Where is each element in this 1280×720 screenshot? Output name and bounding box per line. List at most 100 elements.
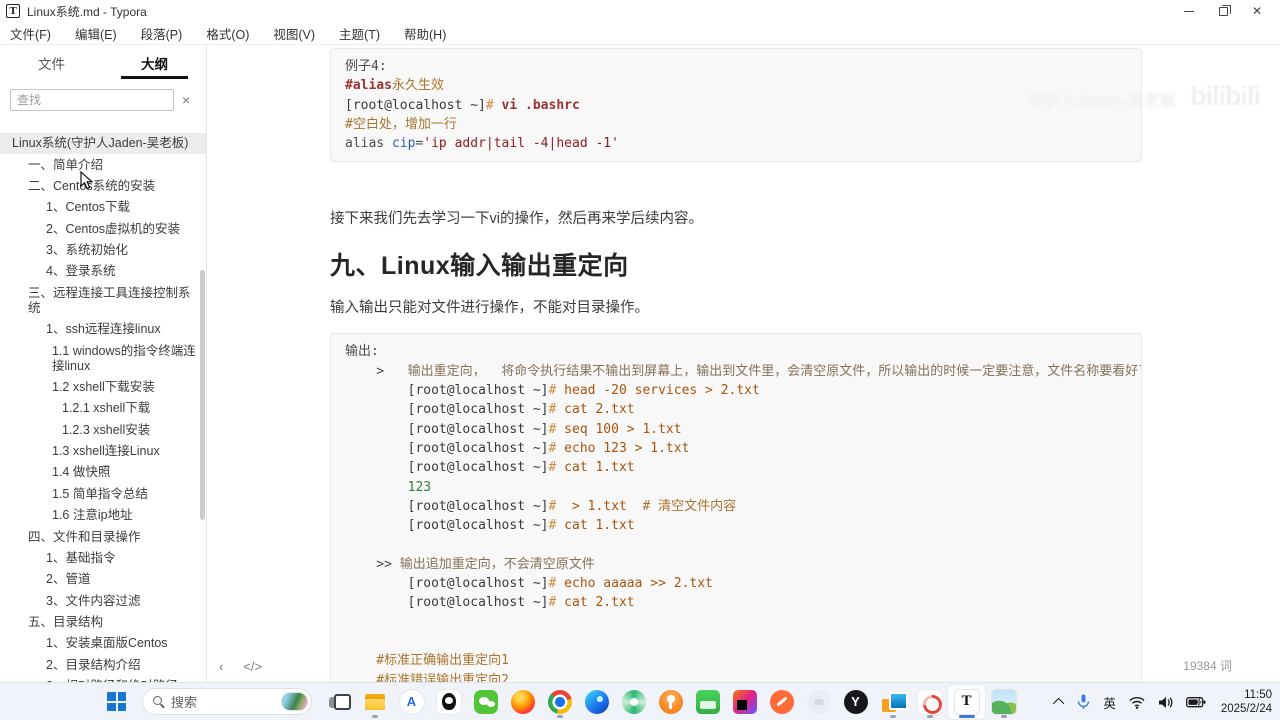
postman-taskbar-button[interactable] (763, 685, 800, 719)
menu-item[interactable]: 文件(F) (10, 24, 51, 43)
openvpn-taskbar-button[interactable] (652, 685, 689, 719)
bilibili-logo: bilibili (1190, 81, 1261, 111)
paint-taskbar-button[interactable] (985, 685, 1022, 719)
file-explorer-taskbar-button[interactable] (356, 685, 393, 719)
sidebar-scrollbar[interactable] (200, 270, 205, 520)
chevron-up-icon[interactable] (1053, 697, 1065, 710)
outline-item[interactable]: 五、目录结构 (0, 612, 206, 633)
android-emulator-taskbar-button[interactable] (689, 685, 726, 719)
menu-bar: 文件(F) 编辑(E) 段落(P) 格式(O) 视图(V) 主题(T) 帮助(H) (0, 22, 1280, 45)
paragraph[interactable]: 输入输出只能对文件进行操作，不能对目录操作。 (330, 297, 1142, 319)
wechat-icon (473, 689, 498, 714)
menu-item[interactable]: 格式(O) (206, 24, 249, 43)
outline-item[interactable]: 1.4 做快照 (0, 462, 206, 483)
outline-item[interactable]: 1、ssh远程连接linux (0, 319, 206, 340)
outline-item[interactable]: 4、登录系统 (0, 261, 206, 282)
menu-item[interactable]: 视图(V) (273, 24, 315, 43)
task-view-button[interactable] (319, 685, 356, 719)
typora-icon (954, 689, 979, 714)
firefox-taskbar-button[interactable] (504, 685, 541, 719)
app-a-taskbar-button[interactable] (393, 685, 430, 719)
green-swirl-icon (621, 689, 646, 714)
search-clear-icon[interactable]: × (182, 92, 190, 108)
green-swirl-taskbar-button[interactable] (615, 685, 652, 719)
sidebar-collapse-icon[interactable]: ‹ (215, 659, 227, 674)
restore-button[interactable] (1206, 1, 1240, 21)
bing-daily-image[interactable] (281, 692, 308, 711)
code-block-alias[interactable]: 例子4: #alias永久生效 [root@localhost ~]# vi .ba… (330, 48, 1142, 163)
source-code-mode-icon[interactable]: </> (239, 659, 266, 674)
outline-item[interactable]: 1.2 xshell下载安装 (0, 377, 206, 398)
taskbar: 搜索 英 11:50 2025/ (0, 682, 1280, 720)
battery-charging-icon[interactable] (1185, 696, 1206, 708)
idle-app-icon (806, 689, 831, 714)
code-line: [root@localhost ~]# cat 2.txt (407, 595, 635, 611)
dark-wheel-taskbar-button[interactable] (837, 685, 874, 719)
wechat-taskbar-button[interactable] (467, 685, 504, 719)
menu-item[interactable]: 段落(P) (141, 24, 183, 43)
code-line: > 输出重定向， 将命令执行结果不输出到屏幕上，输出到文件里，会清空原文件，所以… (345, 363, 1142, 379)
code-block-redirection[interactable]: 输出: > 输出重定向， 将命令执行结果不输出到屏幕上，输出到文件里，会清空原文… (330, 333, 1142, 682)
outline-item[interactable]: 四、文件和目录操作 (0, 526, 206, 547)
tab-files[interactable]: 文件 (0, 45, 103, 79)
outline-item[interactable]: 一、简单介绍 (0, 154, 206, 175)
window-title: Linux系统.md - Typora (27, 4, 147, 19)
search-icon (153, 696, 164, 707)
code-line: >> 输出追加重定向，不会清空原文件 (345, 556, 595, 572)
outline-item[interactable]: 1.2.3 xshell安装 (0, 420, 206, 441)
code-line: [root@localhost ~]# > 1.txt # 清空文件内容 (407, 498, 737, 514)
outline-item[interactable]: 三、远程连接工具连接控制系统 (0, 283, 206, 319)
volume-icon[interactable] (1158, 696, 1173, 709)
vmware-taskbar-button[interactable] (874, 685, 911, 719)
wifi-icon[interactable] (1129, 696, 1145, 709)
outline-item[interactable]: 1、Centos下载 (0, 197, 206, 218)
typora-taskbar-button[interactable] (948, 684, 985, 719)
menu-item[interactable]: 编辑(E) (75, 24, 117, 43)
outline-item[interactable]: 1、安装桌面版Centos (0, 633, 206, 654)
qq-taskbar-button[interactable] (430, 685, 467, 719)
qq-icon (436, 689, 461, 714)
menu-item[interactable]: 帮助(H) (404, 24, 446, 43)
section-heading[interactable]: 九、Linux输入输出重定向 (330, 246, 1142, 282)
code-line: [root@localhost ~]# cat 1.txt (407, 518, 635, 534)
close-button[interactable]: ✕ (1240, 1, 1274, 21)
ime-indicator[interactable]: 英 (1103, 693, 1116, 712)
microphone-icon[interactable] (1077, 694, 1090, 710)
code-line: #标准正确输出重定向1 (345, 653, 509, 669)
editor-pane[interactable]: 守护人Jaden-吴老板 bilibili 例子4: #alias永久生效 [roo… (207, 45, 1280, 682)
menu-item[interactable]: 主题(T) (339, 24, 380, 43)
jetbrains-ide-icon (732, 689, 757, 714)
outline-item[interactable]: 2、Centos虚拟机的安装 (0, 219, 206, 240)
minimize-button[interactable] (1172, 1, 1206, 21)
chrome-icon (547, 689, 572, 714)
tab-outline[interactable]: 大纲 (103, 45, 206, 79)
code-line: alias cip='ip addr|tail -4|head -1' (345, 136, 619, 152)
jetbrains-ide-taskbar-button[interactable] (726, 685, 763, 719)
outline-item[interactable]: 3、文件内容过滤 (0, 591, 206, 612)
snail-taskbar-button[interactable] (911, 685, 948, 719)
edge-taskbar-button[interactable] (578, 685, 615, 719)
outline-item[interactable]: 二、Centos系统的安装 (0, 176, 206, 197)
outline-item[interactable]: 1.3 xshell连接Linux (0, 441, 206, 462)
outline-item[interactable]: Linux系统(守护人Jaden-吴老板) (0, 133, 206, 155)
outline-item[interactable]: 1.6 注意ip地址 (0, 505, 206, 526)
vmware-icon (881, 690, 908, 714)
clock[interactable]: 11:50 2025/2/24 (1221, 688, 1272, 716)
outline-search-input[interactable] (10, 89, 174, 111)
idle-app-taskbar-button[interactable] (800, 685, 837, 719)
outline-item[interactable]: 1.1 windows的指令终端连接linux (0, 340, 206, 376)
outline-item[interactable]: 3、系统初始化 (0, 240, 206, 261)
code-line: [root@localhost ~]# seq 100 > 1.txt (407, 421, 682, 437)
taskbar-search[interactable]: 搜索 (142, 688, 312, 715)
outline-item[interactable]: 2、管道 (0, 569, 206, 590)
code-line: [root@localhost ~]# cat 1.txt (407, 460, 635, 476)
start-button[interactable] (98, 685, 135, 719)
outline-item[interactable]: 1.2.1 xshell下载 (0, 398, 206, 419)
outline-item[interactable]: 1.5 简单指令总结 (0, 484, 206, 505)
chrome-taskbar-button[interactable] (541, 685, 578, 719)
code-line: 例子4: (345, 59, 387, 74)
outline-item[interactable]: 1、基础指令 (0, 548, 206, 569)
outline-item[interactable]: 2、目录结构介绍 (0, 655, 206, 676)
paragraph[interactable]: 接下来我们先去学习一下vi的操作，然后再来学后续内容。 (330, 208, 1142, 230)
tray-date: 2025/2/24 (1220, 703, 1272, 715)
